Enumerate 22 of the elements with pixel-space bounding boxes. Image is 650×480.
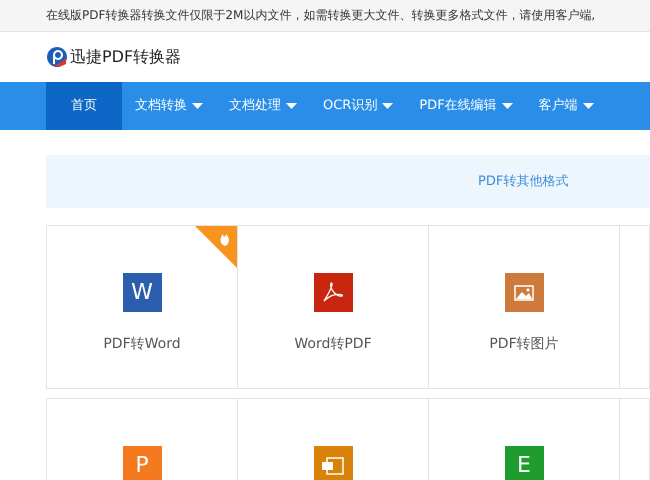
tool-card[interactable] [620, 225, 650, 389]
nav-item[interactable]: OCR识别 [310, 82, 406, 130]
tool-card[interactable]: P [46, 398, 238, 480]
tool-card[interactable]: W PDF转Word [46, 225, 238, 389]
nav-item[interactable]: 首页 [46, 82, 122, 130]
logo-text: 迅捷PDF转换器 [70, 46, 182, 68]
tool-card[interactable]: PDF转图片 [429, 225, 620, 389]
app-icon: W [122, 273, 162, 312]
tool-card[interactable]: E [429, 398, 620, 480]
app-icon: P [122, 446, 162, 480]
app-icon: E [504, 446, 544, 480]
card-label: Word转PDF [294, 335, 372, 354]
nav-item[interactable]: 客户端 [526, 82, 607, 130]
nav-item[interactable]: 文档转换 [122, 82, 216, 130]
nav-item[interactable]: 文档处理 [216, 82, 310, 130]
tool-card[interactable]: Word转PDF [238, 225, 429, 389]
notice-text: 在线版PDF转换器转换文件仅限于2M以内文件，如需转换更大文件、转换更多格式文件，请使用客户端, [0, 0, 650, 32]
nav-item[interactable]: PDF在线编辑 [406, 82, 526, 130]
card-label: PDF转Word [103, 335, 181, 354]
logo-icon [46, 46, 68, 68]
section-title[interactable]: PDF转其他格式 [478, 172, 568, 192]
card-label: PDF转图片 [489, 335, 559, 354]
